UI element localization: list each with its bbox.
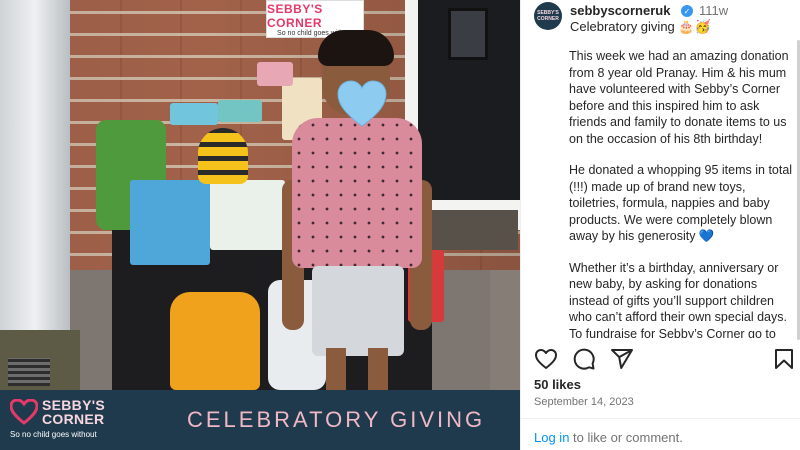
celebratory-giving-banner: SEBBY'S CORNER So no child goes without … [0,390,520,450]
username-link[interactable]: sebbyscorneruk [570,3,670,18]
login-prompt: Log in to like or comment. [534,430,683,445]
grey-shorts [312,266,404,356]
action-bar [534,347,796,373]
heart-icon [535,349,557,369]
post-image[interactable]: SEBBY'S CORNER So no child goes without [0,0,520,450]
post-panel: SEBBY'S CORNER sebbyscorneruk ✓ 111w Cel… [520,0,800,450]
banner-logo-tagline: So no child goes without [10,430,97,439]
login-link[interactable]: Log in [534,430,569,445]
avatar-text: SEBBY'S CORNER [537,10,559,22]
share-icon [611,349,633,369]
save-button[interactable] [772,347,796,371]
caption-paragraph-2: He donated a whopping 95 items in total … [569,163,793,243]
like-button[interactable] [534,347,558,371]
doormat [418,210,518,250]
share-button[interactable] [610,347,634,371]
baby-wipes [218,100,262,122]
post-date[interactable]: September 14, 2023 [534,396,634,408]
nappy-pack [130,180,210,265]
nappy-pack [210,180,285,250]
divider [521,418,800,419]
likes-count[interactable]: 50 likes [534,377,581,392]
post-header: SEBBY'S CORNER sebbyscorneruk ✓ 111w Cel… [534,2,794,36]
post-age[interactable]: 111w [699,3,728,18]
banner-logo: SEBBY'S CORNER So no child goes without [0,390,125,450]
comment-icon [573,348,595,370]
caption-title: Celebratory giving 🎂🥳 [570,19,711,34]
login-prompt-text: to like or comment. [569,430,683,445]
baby-wipes [170,103,218,125]
bee-plush-toy [198,128,248,184]
banner-title: CELEBRATORY GIVING [187,407,486,432]
door-window [448,8,488,60]
sign-logo-text: SEBBY'S CORNER [267,1,323,30]
pink-shirt [292,118,422,268]
blue-heart-emoji-icon [336,78,388,130]
heart-logo-icon [10,399,38,425]
orange-bag [170,292,260,390]
caption-paragraph-3: Whether it’s a birthday, anniversary or … [569,260,787,339]
banner-logo-line2: CORNER [42,411,105,427]
caption-paragraph-1: This week we had an amazing donation fro… [569,49,789,146]
caption-body[interactable]: This week we had an amazing donation fro… [569,48,793,338]
comment-button[interactable] [572,347,596,371]
wall-siding [0,0,70,340]
drain-grate [8,358,50,386]
banner-logo-line1: SEBBY'S [42,397,106,413]
bookmark-icon [775,349,793,369]
verified-badge-icon: ✓ [681,5,693,17]
avatar[interactable]: SEBBY'S CORNER [534,2,562,30]
